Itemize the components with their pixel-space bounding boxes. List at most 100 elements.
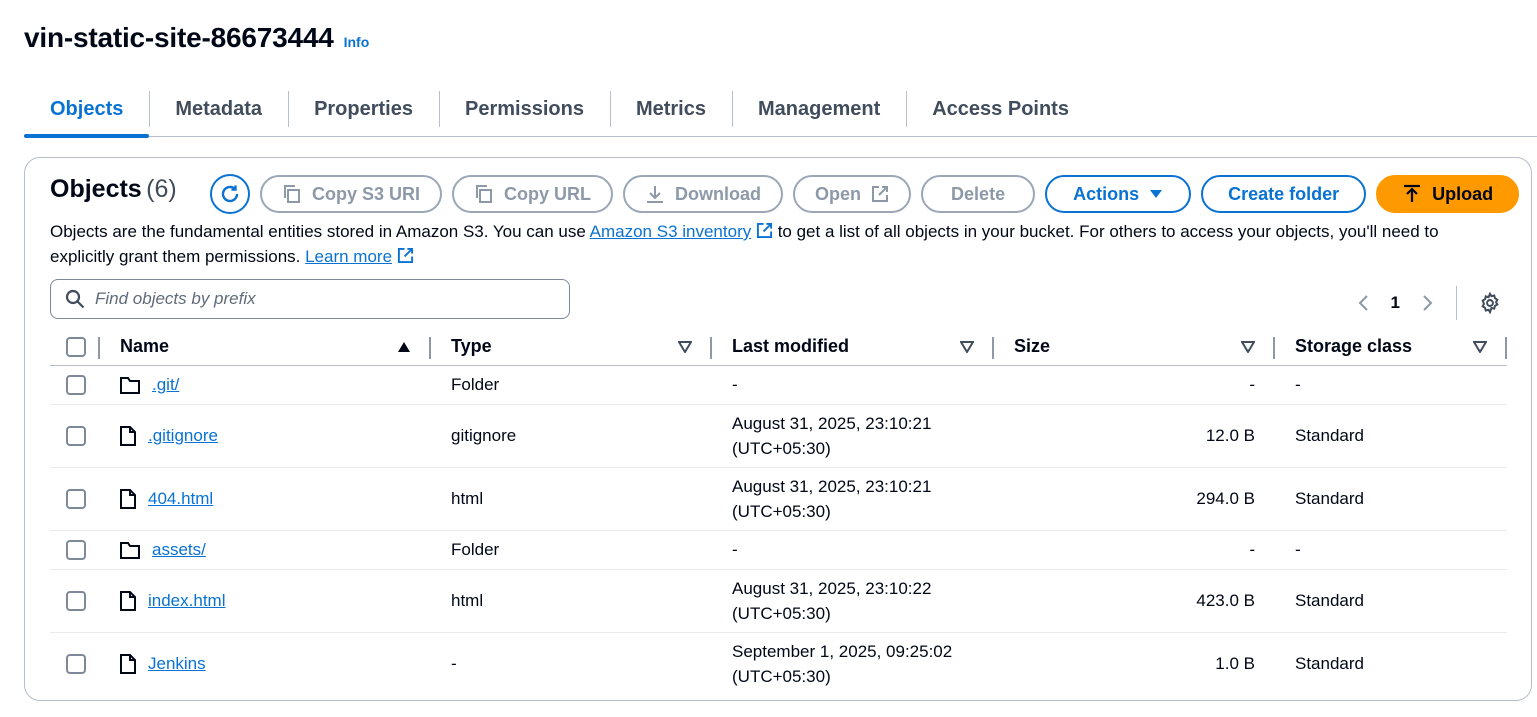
upload-icon <box>1404 184 1421 202</box>
sort-icon[interactable] <box>960 340 974 353</box>
row-checkbox[interactable] <box>66 488 86 509</box>
last-modified-tz: (UTC+05:30) <box>732 603 831 623</box>
learn-more-link[interactable]: Learn more <box>305 247 392 266</box>
file-icon <box>120 653 136 674</box>
external-link-icon <box>397 247 413 264</box>
pagination-divider <box>1456 286 1457 320</box>
object-storage-class: - <box>1275 365 1507 405</box>
row-checkbox[interactable] <box>66 425 86 446</box>
chevron-right-icon[interactable] <box>1422 294 1434 312</box>
row-checkbox[interactable] <box>66 654 86 674</box>
sort-icon[interactable] <box>678 340 692 353</box>
tab-management[interactable]: Management <box>731 82 906 136</box>
tab-bar: Objects Metadata Properties Permissions … <box>24 82 1537 138</box>
object-type: html <box>431 569 712 633</box>
object-size: - <box>994 530 1275 570</box>
table-row: assets/ Folder - - - <box>50 530 1507 570</box>
sort-ascending-icon[interactable] <box>397 341 411 353</box>
object-storage-class: Standard <box>1275 467 1507 531</box>
search-box <box>50 279 570 319</box>
object-type: Folder <box>431 365 712 405</box>
sort-icon[interactable] <box>1241 340 1255 353</box>
info-link[interactable]: Info <box>344 34 370 50</box>
table-header-row: Name Type Last modified Size Storage cla… <box>50 329 1507 366</box>
last-modified-date: August 31, 2025, 23:10:21 <box>732 476 932 496</box>
object-name-link[interactable]: .git/ <box>152 375 179 395</box>
objects-toolbar: Copy S3 URI Copy URL Download Open Delet… <box>210 174 1520 214</box>
copy-s3-uri-button[interactable]: Copy S3 URI <box>260 175 443 213</box>
object-last-modified: August 31, 2025, 23:10:22 (UTC+05:30) <box>712 569 994 633</box>
tab-metrics[interactable]: Metrics <box>609 82 732 136</box>
object-size: 423.0 B <box>994 569 1275 633</box>
table-row: 404.html html August 31, 2025, 23:10:21 (… <box>50 467 1507 531</box>
upload-button[interactable]: Upload <box>1376 175 1520 213</box>
objects-table: Name Type Last modified Size Storage cla… <box>50 329 1507 695</box>
table-row: .git/ Folder - - - <box>50 365 1507 405</box>
open-label: Open <box>815 183 862 204</box>
column-header-storage-class[interactable]: Storage class <box>1295 336 1412 357</box>
object-name-link[interactable]: assets/ <box>152 540 206 560</box>
caret-down-icon <box>1150 190 1163 198</box>
copy-url-label: Copy URL <box>504 183 592 204</box>
delete-button[interactable]: Delete <box>921 175 1036 213</box>
object-name-link[interactable]: index.html <box>148 591 225 611</box>
tab-access-points[interactable]: Access Points <box>906 82 1095 136</box>
object-name-link[interactable]: .gitignore <box>148 426 218 446</box>
object-name-link[interactable]: Jenkins <box>148 654 206 674</box>
object-last-modified: - <box>712 365 994 405</box>
row-checkbox[interactable] <box>66 374 86 395</box>
column-header-last-modified[interactable]: Last modified <box>732 336 849 357</box>
object-last-modified: September 1, 2025, 09:25:02 (UTC+05:30) <box>712 632 994 695</box>
page-number[interactable]: 1 <box>1391 293 1400 313</box>
copy-icon <box>476 185 493 203</box>
table-row: Jenkins - September 1, 2025, 09:25:02 (UT… <box>50 632 1507 695</box>
table-row: index.html html August 31, 2025, 23:10:2… <box>50 569 1507 633</box>
last-modified-date: August 31, 2025, 23:10:21 <box>732 413 932 433</box>
tab-permissions[interactable]: Permissions <box>439 82 610 136</box>
object-storage-class: - <box>1275 530 1507 570</box>
download-icon <box>647 186 664 203</box>
bucket-title: vin-static-site-86673444 <box>24 22 334 53</box>
last-modified-tz: (UTC+05:30) <box>732 438 831 458</box>
object-type: html <box>431 467 712 531</box>
create-folder-label: Create folder <box>1228 183 1340 204</box>
row-checkbox[interactable] <box>66 590 86 611</box>
chevron-left-icon[interactable] <box>1357 294 1369 312</box>
refresh-button[interactable] <box>210 174 250 214</box>
search-input[interactable] <box>95 289 535 309</box>
objects-heading: Objects (6) <box>50 175 177 204</box>
tab-metadata[interactable]: Metadata <box>149 82 288 136</box>
page-header: vin-static-site-86673444 Info <box>24 22 369 54</box>
delete-label: Delete <box>951 183 1006 204</box>
object-last-modified: August 31, 2025, 23:10:21 (UTC+05:30) <box>712 467 994 531</box>
object-size: 294.0 B <box>994 467 1275 531</box>
s3-inventory-link[interactable]: Amazon S3 inventory <box>590 222 752 241</box>
column-header-type[interactable]: Type <box>451 336 492 357</box>
object-last-modified: - <box>712 530 994 570</box>
last-modified-tz: (UTC+05:30) <box>732 501 831 521</box>
open-button[interactable]: Open <box>793 175 912 213</box>
object-name-link[interactable]: 404.html <box>148 489 213 509</box>
table-row: .gitignore gitignore August 31, 2025, 23… <box>50 404 1507 468</box>
file-icon <box>120 488 136 509</box>
upload-label: Upload <box>1432 183 1494 204</box>
select-all-checkbox[interactable] <box>66 337 86 358</box>
external-link-icon <box>756 222 773 239</box>
external-link-icon <box>872 186 889 202</box>
last-modified-date: August 31, 2025, 23:10:22 <box>732 578 932 598</box>
copy-s3-uri-label: Copy S3 URI <box>312 183 421 204</box>
tab-properties[interactable]: Properties <box>288 82 439 136</box>
tab-objects[interactable]: Objects <box>24 82 150 138</box>
column-header-size[interactable]: Size <box>1014 336 1050 357</box>
file-icon <box>120 425 136 446</box>
download-button[interactable]: Download <box>623 175 784 213</box>
copy-url-button[interactable]: Copy URL <box>452 175 614 213</box>
objects-title: Objects <box>50 175 142 203</box>
sort-icon[interactable] <box>1473 340 1487 353</box>
object-type: Folder <box>431 530 712 570</box>
create-folder-button[interactable]: Create folder <box>1201 175 1367 213</box>
row-checkbox[interactable] <box>66 539 86 560</box>
actions-dropdown[interactable]: Actions <box>1045 175 1192 213</box>
column-header-name[interactable]: Name <box>120 336 169 357</box>
gear-icon[interactable] <box>1479 292 1501 314</box>
